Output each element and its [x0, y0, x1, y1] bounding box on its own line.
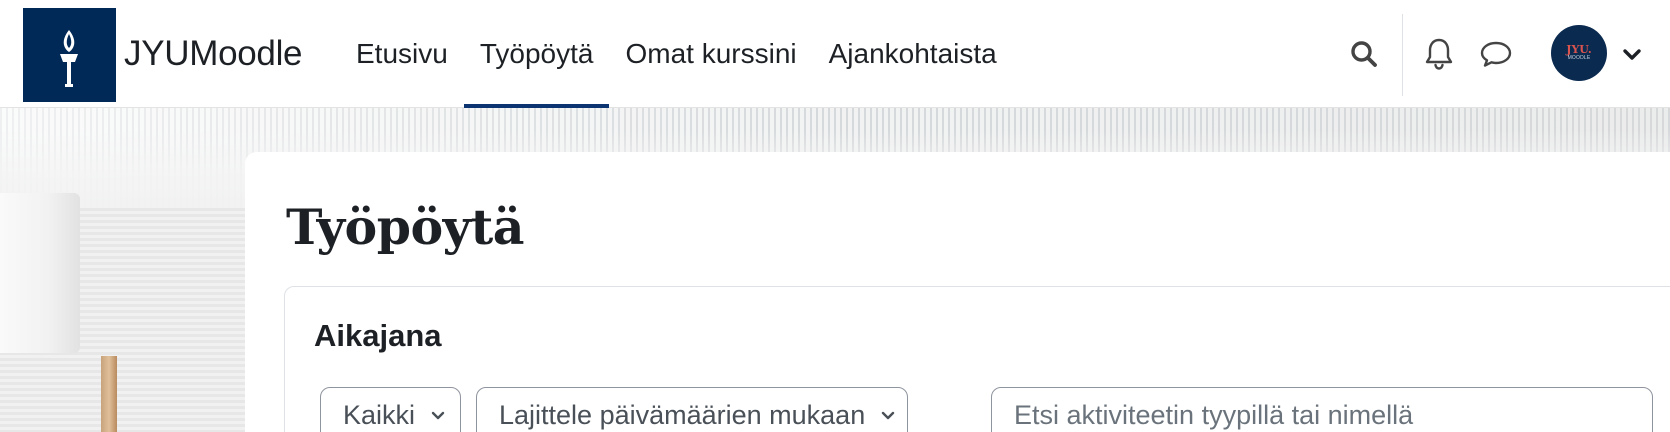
- nav-item-etusivu[interactable]: Etusivu: [340, 0, 464, 108]
- messages-button[interactable]: [1474, 32, 1518, 76]
- chevron-down-icon: [879, 406, 897, 424]
- nav-item-ajankohtaista[interactable]: Ajankohtaista: [813, 0, 1013, 108]
- timeline-sort-dropdown[interactable]: Lajittele päivämäärien mukaan: [476, 387, 908, 432]
- top-navbar: JYUMoodle Etusivu Työpöytä Omat kurssini…: [0, 0, 1670, 108]
- page-title: Työpöytä: [286, 198, 525, 256]
- chevron-down-icon: [429, 406, 447, 424]
- avatar-text-bottom: MOODLE: [1567, 55, 1591, 61]
- search-icon: [1351, 41, 1377, 67]
- chat-icon: [1480, 41, 1512, 67]
- chevron-down-icon: [1623, 49, 1641, 60]
- timeline-filter-dropdown[interactable]: Kaikki: [320, 387, 461, 432]
- wooden-pole: [101, 356, 117, 432]
- site-name[interactable]: JYUMoodle: [124, 34, 303, 74]
- timeline-title: Aikajana: [314, 318, 442, 353]
- timeline-filter-label: Kaikki: [343, 399, 416, 430]
- timeline-sort-label: Lajittele päivämäärien mukaan: [499, 399, 866, 430]
- avatar-text-top: JYU.: [1566, 43, 1592, 56]
- user-avatar[interactable]: JYU. MOODLE: [1551, 25, 1607, 81]
- primary-navigation: Etusivu Työpöytä Omat kurssini Ajankohta…: [340, 0, 1013, 108]
- torch-icon: [60, 30, 78, 87]
- lamp-shade: [0, 193, 80, 353]
- navbar-divider: [1402, 14, 1403, 96]
- user-menu-toggle[interactable]: [1620, 42, 1644, 66]
- nav-item-tyopoyta[interactable]: Työpöytä: [463, 0, 610, 108]
- search-button[interactable]: [1342, 32, 1386, 76]
- timeline-search-input[interactable]: [991, 387, 1653, 432]
- notifications-button[interactable]: [1417, 32, 1461, 76]
- site-logo[interactable]: [23, 8, 116, 102]
- nav-item-omat-kurssini[interactable]: Omat kurssini: [609, 0, 812, 108]
- bell-icon: [1425, 38, 1453, 70]
